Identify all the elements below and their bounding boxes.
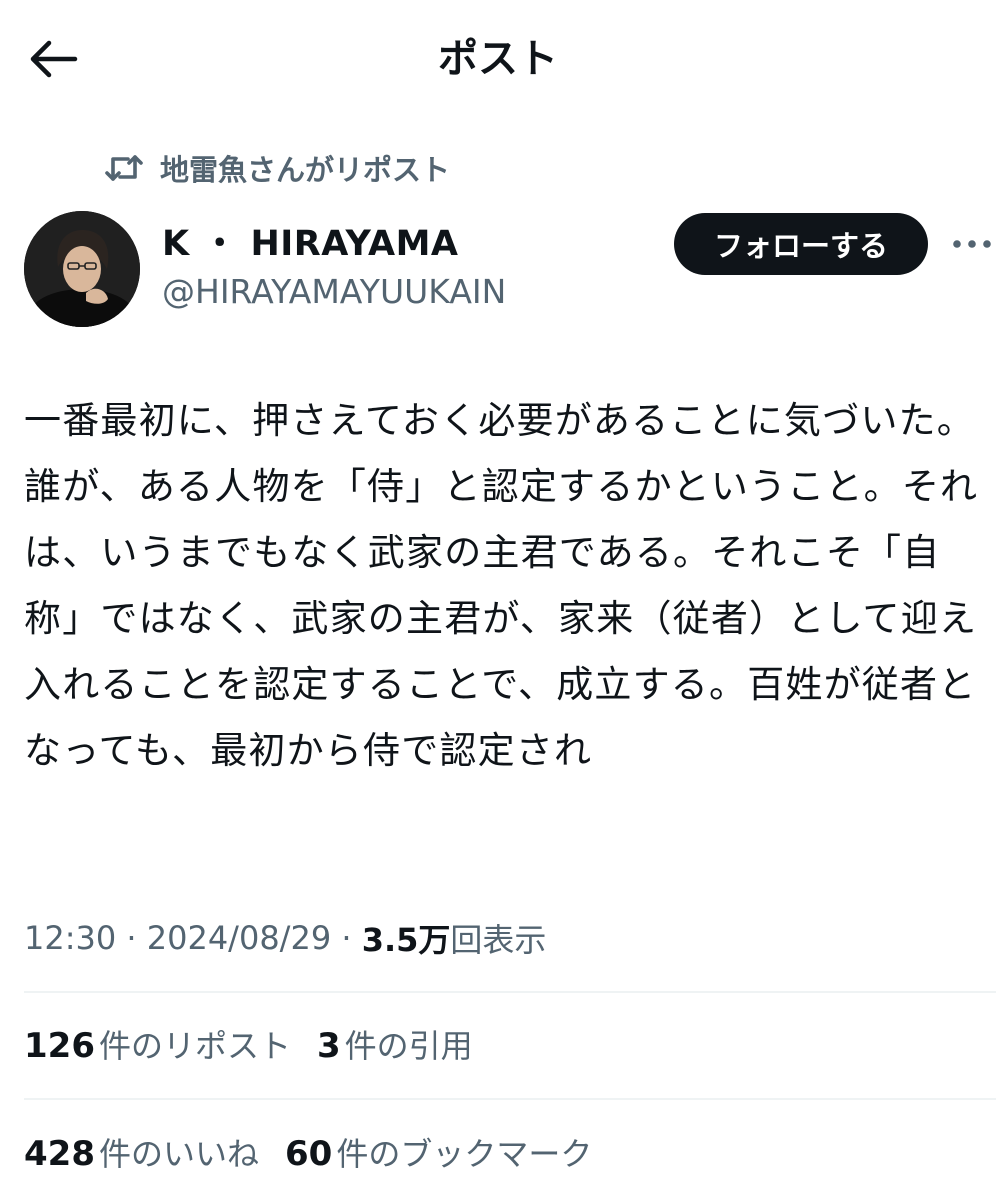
quotes-label: 件の引用	[344, 1027, 473, 1065]
likes-label: 件のいいね	[98, 1135, 259, 1173]
page-title: ポスト	[438, 36, 558, 82]
author-display-name[interactable]: K ・ HIRAYAMA	[162, 220, 459, 268]
repost-icon	[104, 148, 146, 188]
engagement-stats-row-2: 428 件のいいね 60 件のブックマーク	[24, 1122, 618, 1182]
view-count-label: 回表示	[450, 921, 547, 959]
author-handle[interactable]: @HIRAYAMAYUUKAIN	[162, 268, 506, 316]
bookmarks-count: 60	[285, 1134, 333, 1174]
post-time[interactable]: 12:30	[24, 919, 116, 957]
post-metadata: 12:30 · 2024/08/29 · 3.5万 回表示	[24, 910, 546, 966]
reposts-count: 126	[24, 1026, 95, 1066]
divider	[24, 991, 996, 993]
bookmarks-stat[interactable]: 60 件のブックマーク	[285, 1129, 592, 1175]
view-count: 3.5万	[361, 921, 451, 959]
top-bar: ポスト	[0, 0, 996, 120]
likes-stat[interactable]: 428 件のいいね	[24, 1129, 259, 1175]
quotes-count: 3	[317, 1026, 341, 1066]
divider	[24, 1098, 996, 1100]
engagement-stats-row-1: 126 件のリポスト 3 件の引用	[24, 1014, 499, 1074]
more-options-button[interactable]	[950, 222, 994, 266]
bookmarks-label: 件のブックマーク	[336, 1135, 593, 1173]
avatar[interactable]	[24, 211, 140, 327]
quotes-stat[interactable]: 3 件の引用	[317, 1021, 473, 1067]
post-body-text: 一番最初に、押さえておく必要があることに気づいた。誰が、ある人物を「侍」と認定す…	[24, 399, 979, 772]
reposts-stat[interactable]: 126 件のリポスト	[24, 1021, 291, 1067]
repost-indicator[interactable]: 地雷魚さんがリポスト	[104, 146, 450, 190]
repost-label: 地雷魚さんがリポスト	[160, 153, 451, 187]
post-date[interactable]: 2024/08/29	[147, 919, 331, 957]
follow-button[interactable]: フォローする	[674, 213, 928, 275]
more-horizontal-icon	[953, 240, 991, 248]
meta-separator: ·	[116, 919, 147, 957]
likes-count: 428	[24, 1134, 95, 1174]
meta-separator: ·	[331, 919, 362, 957]
reposts-label: 件のリポスト	[98, 1027, 291, 1065]
